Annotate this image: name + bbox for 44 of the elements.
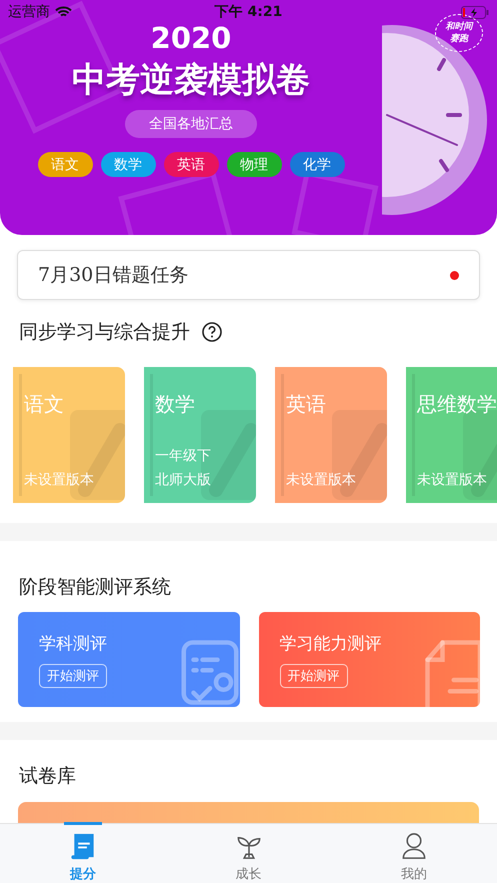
- section-title: 阶段智能测评系统: [19, 575, 171, 600]
- book-subject: 数学: [155, 391, 196, 418]
- subject-tag[interactable]: 语文: [38, 152, 92, 177]
- subject-tag[interactable]: 化学: [290, 152, 344, 177]
- subject-tag[interactable]: 英语: [164, 152, 218, 177]
- subject-book-card[interactable]: 语文 未设置版本: [13, 367, 125, 503]
- tab-item[interactable]: 我的: [331, 824, 497, 883]
- help-icon[interactable]: [202, 322, 222, 342]
- book-version: 未设置版本: [24, 471, 95, 490]
- battery-icon: [460, 6, 489, 18]
- book-version: 北师大版: [155, 471, 212, 490]
- person-icon: [401, 832, 428, 861]
- book-version: 一年级下: [155, 447, 212, 466]
- tab-item[interactable]: 成长: [166, 824, 332, 883]
- carrier-label: 运营商: [8, 3, 50, 21]
- assessment-title: 学科测评: [39, 633, 107, 655]
- start-button[interactable]: 开始测评: [39, 664, 107, 688]
- assessment-card[interactable]: 学科测评 开始测评: [18, 612, 240, 707]
- tab-item[interactable]: 提分: [0, 824, 166, 883]
- start-button[interactable]: 开始测评: [280, 664, 348, 688]
- assessment-title: 学习能力测评: [280, 633, 382, 655]
- status-time: 下午 4:21: [214, 3, 284, 21]
- book-subject: 思维数学: [417, 391, 497, 418]
- wifi-icon: [55, 6, 72, 18]
- banner-year: 2020: [150, 22, 232, 54]
- subject-tag[interactable]: 物理: [226, 152, 282, 177]
- section-title: 试卷库: [19, 764, 76, 789]
- subject-book-card[interactable]: 思维数学 未设置版本: [406, 367, 497, 503]
- checklist-icon: [180, 638, 240, 707]
- subject-book-card[interactable]: 数学 一年级下 北师大版: [144, 367, 256, 503]
- slogan-bubble: 和时间赛跑: [435, 14, 483, 52]
- banner-subtitle: 全国各地汇总: [125, 110, 257, 138]
- task-label: 7月30日错题任务: [38, 263, 188, 288]
- book-subject: 英语: [286, 391, 327, 418]
- subject-book-card[interactable]: 英语 未设置版本: [275, 367, 387, 503]
- banner-title: 中考逆袭模拟卷: [72, 59, 310, 102]
- section-title: 同步学习与综合提升: [19, 320, 190, 345]
- assessment-card[interactable]: 学习能力测评 开始测评: [258, 612, 480, 707]
- book-version: 未设置版本: [417, 471, 488, 490]
- task-card[interactable]: 7月30日错题任务: [17, 250, 480, 300]
- scroll-icon: [70, 832, 96, 861]
- book-version: 未设置版本: [286, 471, 357, 490]
- subject-tag[interactable]: 数学: [100, 152, 156, 177]
- book-subject: 语文: [24, 391, 65, 418]
